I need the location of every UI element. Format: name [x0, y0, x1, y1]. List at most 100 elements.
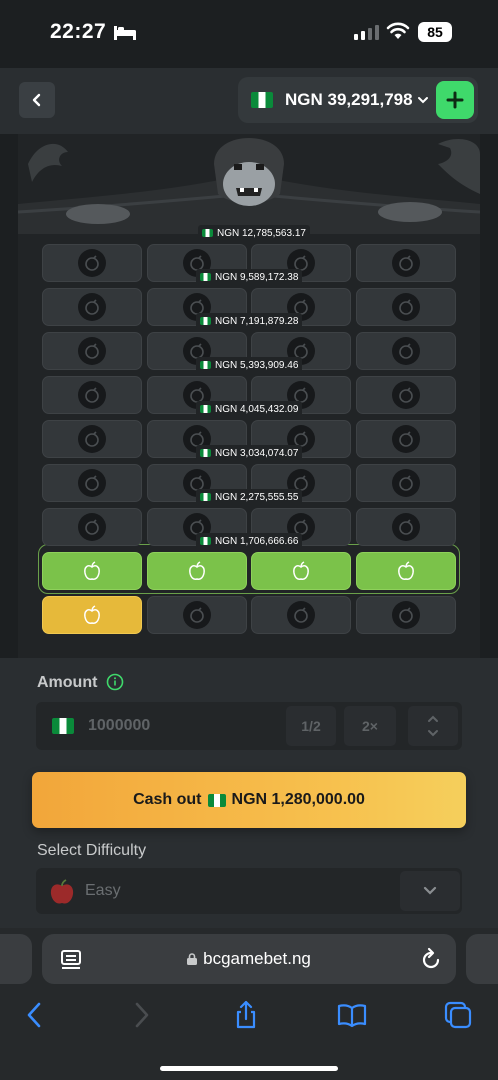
nigeria-flag-icon: [207, 793, 226, 807]
nigeria-flag-icon: [251, 92, 273, 108]
row-payout-label: NGN 9,589,172.38: [196, 269, 303, 285]
cash-out-label: Cash out: [133, 791, 202, 808]
game-tile[interactable]: [42, 420, 142, 458]
revealed-apple-tile[interactable]: [251, 552, 351, 590]
game-tile[interactable]: [42, 376, 142, 414]
row-payout-label: NGN 5,393,909.46: [196, 357, 303, 373]
hidden-tile-icon: [183, 601, 211, 629]
half-amount-button[interactable]: 1/2: [286, 706, 336, 746]
row-payout-label: NGN 7,191,879.28: [196, 313, 303, 329]
revealed-apple-tile[interactable]: [356, 552, 456, 590]
chevron-up-icon[interactable]: [427, 715, 439, 723]
bookmarks-icon[interactable]: [337, 1000, 367, 1030]
row-payout-amount: NGN 1,706,666.66: [215, 535, 299, 547]
back-button[interactable]: [19, 82, 55, 118]
hidden-tile-icon: [392, 381, 420, 409]
difficulty-select[interactable]: Easy: [36, 868, 462, 914]
cash-out-amount: NGN 1,280,000.00: [231, 791, 365, 808]
difficulty-label: Select Difficulty: [37, 842, 147, 859]
double-amount-button[interactable]: 2×: [344, 706, 396, 746]
game-tile[interactable]: [147, 596, 247, 634]
game-tile[interactable]: [42, 244, 142, 282]
difficulty-value: Easy: [85, 882, 121, 899]
nigeria-flag-icon: [200, 361, 211, 369]
browser-toolbar: [0, 1000, 498, 1040]
sleep-mode-icon: [114, 26, 136, 40]
row-payout-amount: NGN 4,045,432.09: [215, 403, 299, 415]
game-tile[interactable]: [356, 288, 456, 326]
game-tile[interactable]: [356, 420, 456, 458]
tabs-icon[interactable]: [443, 1000, 473, 1030]
hidden-tile-icon: [287, 601, 315, 629]
game-tile[interactable]: [356, 596, 456, 634]
nigeria-flag-icon: [200, 493, 211, 501]
row-payout-amount: NGN 3,034,074.07: [215, 447, 299, 459]
home-indicator: [160, 1066, 338, 1071]
game-tile[interactable]: [42, 288, 142, 326]
picked-tile[interactable]: [42, 596, 142, 634]
row-payout-amount: NGN 2,275,555.55: [215, 491, 299, 503]
cellular-signal-icon: [354, 24, 379, 40]
nigeria-flag-icon: [200, 273, 211, 281]
url-text: bcgamebet.ng: [203, 949, 311, 968]
back-arrow-icon[interactable]: [20, 1000, 50, 1030]
hidden-tile-icon: [78, 425, 106, 453]
game-tile[interactable]: [356, 332, 456, 370]
row-payout-amount: NGN 12,785,563.17: [217, 227, 306, 239]
revealed-apple-tile[interactable]: [147, 552, 247, 590]
game-tile[interactable]: [42, 508, 142, 546]
deposit-button[interactable]: [436, 81, 474, 119]
revealed-apple-tile[interactable]: [42, 552, 142, 590]
next-tab-preview[interactable]: [466, 934, 498, 984]
wifi-icon: [386, 22, 410, 39]
lock-icon: [187, 953, 198, 965]
game-tile[interactable]: [42, 464, 142, 502]
game-tile[interactable]: [42, 332, 142, 370]
nigeria-flag-icon: [52, 718, 74, 734]
row-payout-amount: NGN 7,191,879.28: [215, 315, 299, 327]
game-tile[interactable]: [251, 596, 351, 634]
amount-input[interactable]: 1000000 1/2 2×: [36, 702, 462, 750]
row-payout-label: NGN 2,275,555.55: [196, 489, 303, 505]
row-payout-label: NGN 12,785,563.17: [198, 225, 310, 241]
hidden-tile-icon: [78, 381, 106, 409]
forward-arrow-icon[interactable]: [126, 1000, 156, 1030]
app-header: NGN 39,291,798: [0, 68, 498, 134]
row-payout-amount: NGN 9,589,172.38: [215, 271, 299, 283]
hidden-tile-icon: [392, 513, 420, 541]
reload-icon[interactable]: [420, 947, 442, 971]
wallet-balance: NGN 39,291,798: [285, 90, 413, 109]
wallet-selector[interactable]: NGN 39,291,798: [238, 77, 478, 123]
hidden-tile-icon: [392, 249, 420, 277]
url-display: bcgamebet.ng: [42, 949, 456, 969]
apple-icon: [392, 557, 420, 585]
game-board: NGN 12,785,563.17 NGN 9,589,172.38 NGN 7,1…: [18, 134, 480, 658]
nigeria-flag-icon: [200, 449, 211, 457]
chevron-down-icon: [423, 886, 437, 895]
nigeria-flag-icon: [202, 229, 213, 237]
difficulty-dropdown-toggle[interactable]: [400, 871, 460, 911]
row-payout-amount: NGN 5,393,909.46: [215, 359, 299, 371]
battery-level: 85: [418, 22, 452, 42]
row-payout-label: NGN 3,034,074.07: [196, 445, 303, 461]
apple-icon: [287, 557, 315, 585]
chevron-down-icon[interactable]: [427, 729, 439, 737]
nigeria-flag-icon: [200, 537, 211, 545]
row-payout-label: NGN 4,045,432.09: [196, 401, 303, 417]
hidden-tile-icon: [392, 293, 420, 321]
amount-label: Amount: [37, 674, 98, 691]
info-icon[interactable]: [106, 673, 124, 691]
address-bar[interactable]: bcgamebet.ng: [42, 934, 456, 984]
amount-stepper[interactable]: [408, 706, 458, 746]
hidden-tile-icon: [78, 337, 106, 365]
previous-tab-preview[interactable]: [0, 934, 32, 984]
share-icon[interactable]: [231, 1000, 261, 1030]
nigeria-flag-icon: [200, 405, 211, 413]
game-tile[interactable]: [356, 244, 456, 282]
game-tile[interactable]: [356, 376, 456, 414]
cash-out-button[interactable]: Cash out NGN 1,280,000.00: [32, 772, 466, 828]
game-tile[interactable]: [356, 464, 456, 502]
status-bar: 22:27 85: [0, 0, 498, 68]
red-apple-icon: [50, 879, 74, 904]
game-tile[interactable]: [356, 508, 456, 546]
